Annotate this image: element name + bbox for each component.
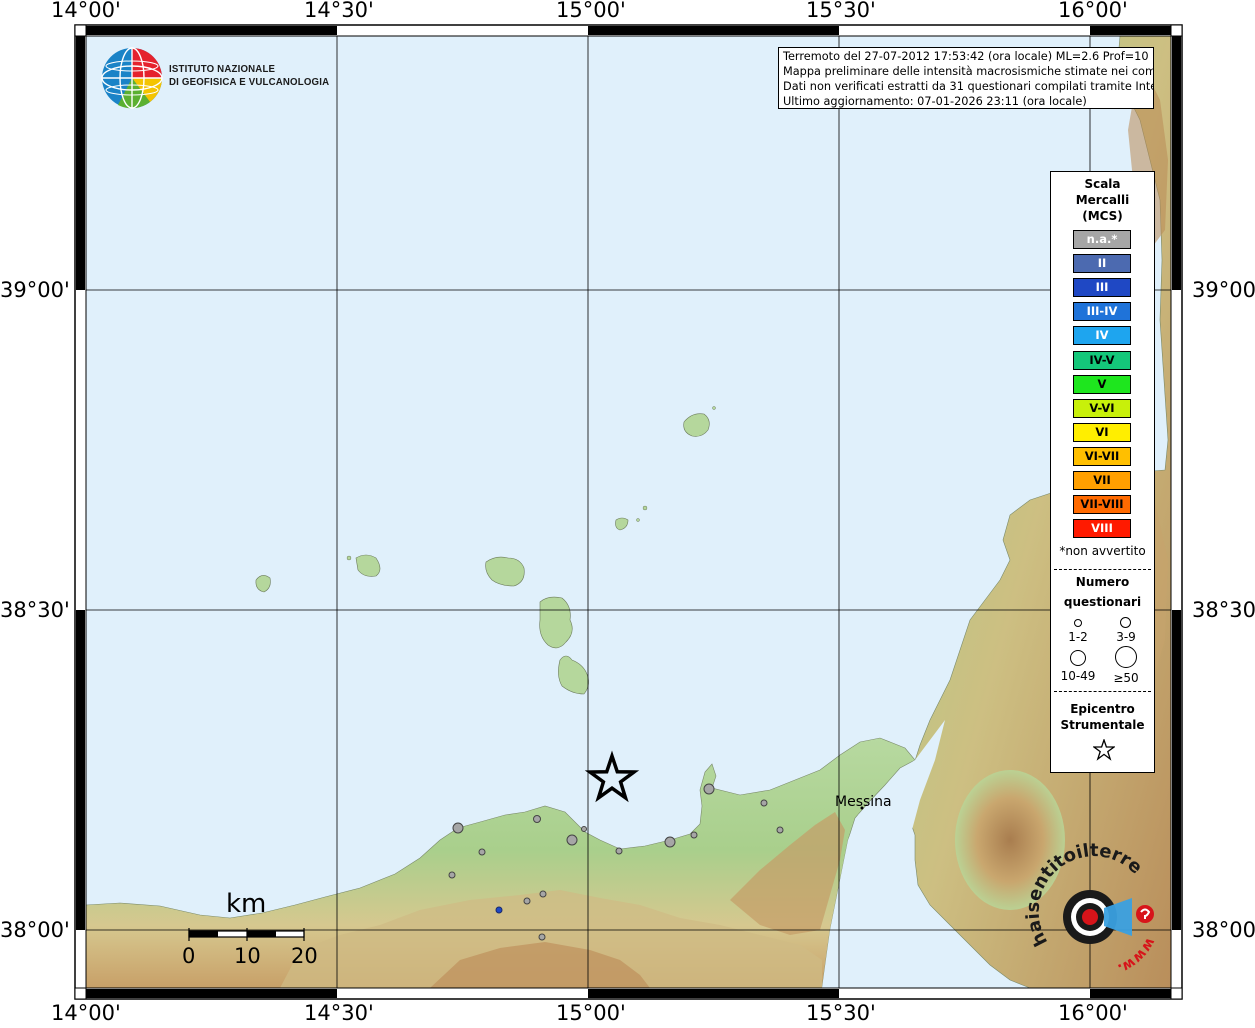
- point-na: [703, 783, 715, 795]
- ingv-globe-icon: [101, 47, 163, 109]
- lat-label-right: 38°00': [1192, 918, 1255, 942]
- info-line-3: Dati non verificati estratti da 31 quest…: [783, 80, 1154, 93]
- lon-label-bottom: 15°00': [556, 1001, 626, 1025]
- legend-divider: [1054, 569, 1151, 570]
- legend-intensity-v: V: [1073, 374, 1131, 394]
- epicenter-star-icon: [1093, 739, 1115, 761]
- legend-intensity-vi-vii: VI-VII: [1073, 446, 1131, 466]
- ingv-logo-text: ISTITUTO NAZIONALE DI GEOFISICA E VULCAN…: [169, 63, 329, 89]
- lat-label-right: 39°00': [1192, 278, 1255, 302]
- point-na: [452, 822, 464, 834]
- macroseismic-map: haisentitoilterremoto.it www. 14°00' 14°…: [0, 0, 1255, 1025]
- lon-label-top: 15°30': [806, 0, 876, 22]
- lon-label-top: 16°00': [1058, 0, 1128, 22]
- ingv-line-2: DI GEOFISICA E VULCANOLOGIA: [169, 76, 330, 88]
- lon-label-bottom: 16°00': [1058, 1001, 1128, 1025]
- point-na: [664, 836, 676, 848]
- legend-intensity-vii-viii: VII-VIII: [1073, 495, 1131, 515]
- scale-tick-label: 10: [234, 944, 261, 968]
- islet-3: [642, 505, 648, 511]
- islet-4: [712, 406, 716, 410]
- legend-title: Scala: [1084, 177, 1121, 191]
- legend-intensity-n-a: n.a.*: [1073, 230, 1131, 249]
- legend-intensity-iv-v: IV-V: [1073, 350, 1131, 370]
- legend-not-felt-note: *non avvertito: [1059, 544, 1146, 558]
- size-label: ≥50: [1113, 671, 1139, 685]
- city-label-messina: Messina: [835, 794, 892, 810]
- island-lipari: [539, 596, 573, 649]
- lon-label-top: 14°30': [304, 0, 374, 22]
- size-label: 3-9: [1116, 630, 1136, 644]
- point-na: [523, 897, 531, 905]
- legend-intensity-iii-iv: III-IV: [1073, 302, 1131, 322]
- info-line-1: Terremoto del 27-07-2012 17:53:42 (ora l…: [783, 50, 1154, 63]
- info-line-2: Mappa preliminare delle intensità macros…: [783, 65, 1154, 78]
- lon-label-bottom: 15°30': [806, 1001, 876, 1025]
- size-symbol-small: [1074, 619, 1082, 627]
- point-na: [690, 831, 698, 839]
- lon-label-bottom: 14°30': [304, 1001, 374, 1025]
- size-symbol-large: [1070, 650, 1086, 666]
- legend-intensity-vii: VII: [1073, 471, 1131, 490]
- scale-unit-label: km: [226, 889, 267, 919]
- lat-label-left: 38°00': [0, 918, 70, 942]
- scale-tick-label: 0: [182, 944, 196, 968]
- point-na: [478, 848, 486, 856]
- event-info-box: Terremoto del 27-07-2012 17:53:42 (ora l…: [778, 47, 1154, 109]
- point-na: [539, 890, 547, 898]
- legend-epicenter-title: Epicentro: [1070, 702, 1135, 716]
- islet-1: [346, 555, 352, 561]
- legend-epicenter-title: Strumentale: [1060, 718, 1145, 732]
- lat-label-right: 38°30': [1192, 598, 1255, 622]
- legend-panel: Scala Mercalli (MCS) n.a.* II III III-IV IV I…: [1050, 171, 1155, 773]
- legend-intensity-iv: IV: [1073, 326, 1131, 346]
- point-na: [533, 815, 541, 823]
- lat-label-left: 39°00': [0, 278, 70, 302]
- islet-2: [636, 518, 640, 522]
- legend-title: Mercalli: [1075, 193, 1130, 207]
- legend-intensity-vi: VI: [1073, 422, 1131, 442]
- legend-intensity-viii: VIII: [1073, 519, 1131, 539]
- point-na: [581, 826, 587, 832]
- point-na: [448, 871, 456, 879]
- legend-questionnaires-title: questionari: [1063, 595, 1142, 609]
- point-na: [776, 826, 784, 834]
- point-na: [615, 847, 623, 855]
- legend-intensity-iii: III: [1073, 278, 1131, 298]
- lon-label-top: 15°00': [556, 0, 626, 22]
- ingv-line-1: ISTITUTO NAZIONALE: [169, 63, 276, 75]
- info-line-4: Ultimo aggiornamento: 07-01-2026 23:11 (…: [783, 95, 1087, 108]
- point-na: [538, 933, 546, 941]
- lon-label-bottom: 14°00': [51, 1001, 121, 1025]
- legend-intensity-ii: II: [1073, 254, 1131, 274]
- size-label: 1-2: [1068, 630, 1088, 644]
- size-label: 10-49: [1060, 669, 1096, 683]
- lon-label-top: 14°00': [51, 0, 121, 22]
- legend-questionnaires-title: Numero: [1075, 575, 1130, 589]
- point-iii: [495, 906, 503, 914]
- point-na: [566, 834, 578, 846]
- lat-label-left: 38°30': [0, 598, 70, 622]
- legend-divider: [1054, 691, 1151, 692]
- legend-title: (MCS): [1082, 209, 1123, 223]
- legend-intensity-v-vi: V-VI: [1073, 398, 1131, 418]
- size-symbol-medium: [1120, 617, 1131, 628]
- point-na: [760, 799, 768, 807]
- size-symbol-xlarge: [1115, 646, 1137, 668]
- scale-tick-label: 20: [291, 944, 318, 968]
